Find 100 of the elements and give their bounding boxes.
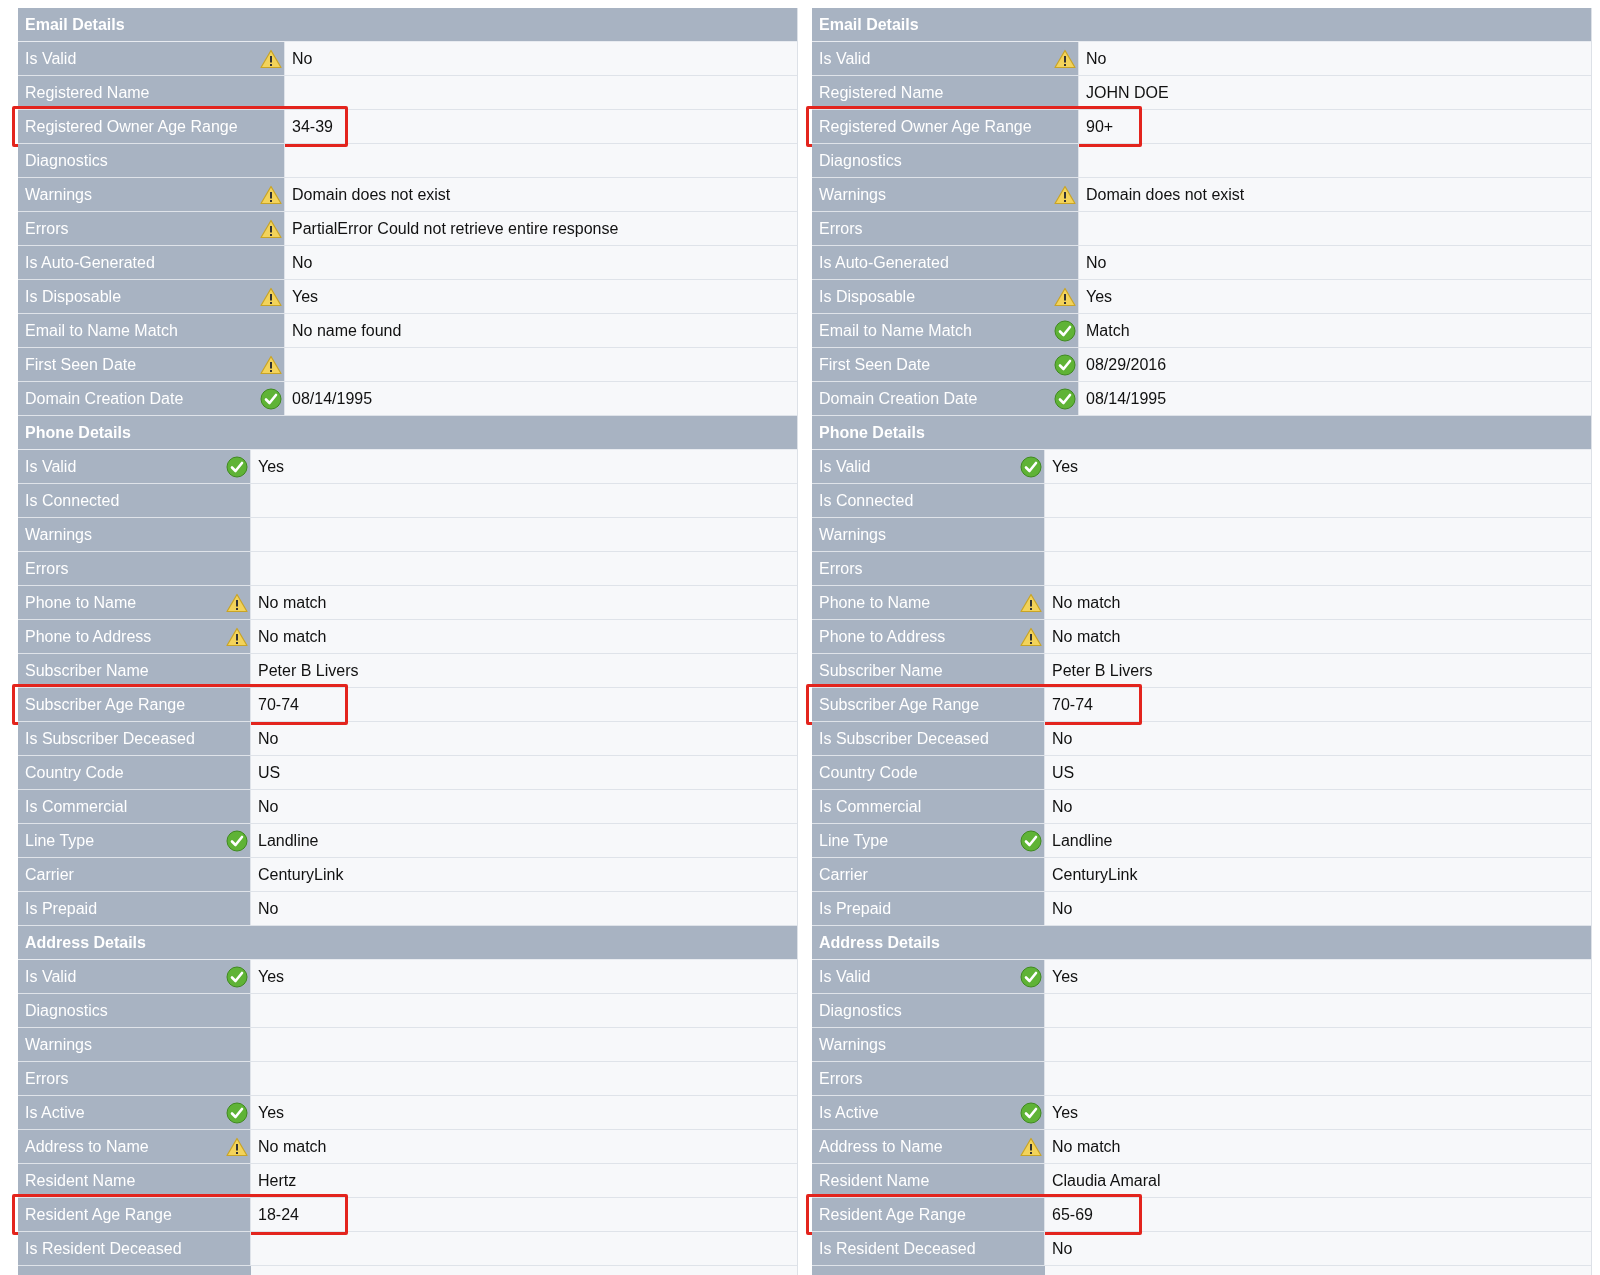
value-cell-text: JOHN DOE [1085, 82, 1169, 103]
section-title: Address Details [818, 933, 940, 952]
field-label: Is Disposable [819, 287, 916, 306]
field-label: First Seen Date [819, 355, 931, 374]
checkmark-icon [226, 1101, 248, 1124]
field-label: Warnings [819, 525, 886, 544]
field-label: Domain Creation Date [819, 389, 978, 408]
value-cell-text: 34-39 [291, 116, 333, 137]
field-label: Line Type [819, 831, 889, 850]
warning-icon [260, 218, 282, 239]
checkmark-icon [1054, 353, 1076, 376]
warning-icon [1020, 1136, 1042, 1157]
checkmark-icon [226, 829, 248, 852]
field-label: Is Commercial [819, 797, 922, 816]
value-cell-text: PartialError Could not retrieve entire response [291, 218, 619, 239]
value-cell-text: Yes [291, 286, 319, 307]
field-label: Warnings [25, 525, 92, 544]
field-label: Resident Name [819, 1171, 930, 1190]
field-label: Errors [25, 559, 69, 578]
value-cell-text: US [1051, 762, 1075, 783]
field-label: Is Active [819, 1103, 879, 1122]
field-label: Is Subscriber Deceased [819, 729, 989, 748]
warning-icon [1054, 48, 1076, 69]
field-label: Is Connected [25, 491, 120, 510]
field-label: Resident Name [25, 1171, 136, 1190]
field-label: Errors [819, 559, 863, 578]
value-cell-text: No [1085, 252, 1107, 273]
checkmark-icon [1020, 1101, 1042, 1124]
value-cell-text: Hertz [257, 1170, 297, 1191]
field-label: Line Type [25, 831, 95, 850]
warning-icon [1020, 592, 1042, 613]
field-label: Registered Name [25, 83, 150, 102]
warning-icon [226, 626, 248, 647]
checkmark-icon [1054, 319, 1076, 342]
value-cell-text: 70-74 [257, 694, 299, 715]
warning-icon [1020, 626, 1042, 647]
value-cell-text: No [1051, 728, 1073, 749]
field-label: Is Commercial [25, 797, 128, 816]
value-cell-text: No match [1051, 626, 1121, 647]
field-label: Diagnostics [25, 151, 108, 170]
field-label: Is Valid [25, 49, 77, 68]
value-cell-text: No match [1051, 1136, 1121, 1157]
section-title: Phone Details [818, 423, 925, 442]
field-label: Registered Owner Age Range [819, 117, 1032, 136]
field-label: Carrier [819, 865, 868, 884]
value-cell-text: No [257, 728, 279, 749]
field-label: Subscriber Name [25, 661, 149, 680]
field-label: Is Prepaid [819, 899, 892, 918]
value-cell-text: No match [257, 626, 327, 647]
field-label: Is Valid [819, 457, 871, 476]
value-cell-text: Domain does not exist [291, 184, 451, 205]
field-label: Is Valid [25, 457, 77, 476]
field-label: Is Connected [819, 491, 914, 510]
value-cell-text: CenturyLink [257, 864, 344, 885]
value-cell-text: Yes [257, 966, 285, 987]
warning-icon [260, 354, 282, 375]
field-label: Is Subscriber Deceased [25, 729, 195, 748]
warning-icon [226, 592, 248, 613]
field-label: Is Auto-Generated [819, 253, 949, 272]
value-cell-text: US [257, 762, 281, 783]
field-label: Phone to Name [25, 593, 137, 612]
section-title: Phone Details [24, 423, 131, 442]
value-cell-text: 90+ [1085, 116, 1114, 137]
checkmark-icon [1020, 965, 1042, 988]
value-cell-text: Landline [257, 830, 319, 851]
field-label: Errors [25, 219, 69, 238]
field-label: Address to Name [819, 1137, 943, 1156]
value-cell-text: Domain does not exist [1085, 184, 1245, 205]
value-cell-text: No name found [291, 320, 402, 341]
field-label: Subscriber Age Range [819, 695, 980, 714]
value-cell-text: No match [1051, 592, 1121, 613]
field-label: Diagnostics [25, 1001, 108, 1020]
field-label: Email to Name Match [25, 321, 178, 340]
value-cell-text: 70-74 [1051, 694, 1093, 715]
section-title: Address Details [24, 933, 146, 952]
value-cell-text: No [291, 252, 313, 273]
field-label: Errors [25, 1069, 69, 1088]
checkmark-icon [1020, 829, 1042, 852]
field-label: Is Valid [819, 967, 871, 986]
value-cell-text: CenturyLink [1051, 864, 1138, 885]
value-cell-text: Yes [257, 1102, 285, 1123]
warning-icon [260, 286, 282, 307]
field-label: Warnings [25, 185, 92, 204]
value-cell-text: No [291, 48, 313, 69]
value-cell-text: No match [257, 592, 327, 613]
field-label: Errors [819, 1069, 863, 1088]
field-label: Address to Name [25, 1137, 149, 1156]
value-cell-text: Match [1085, 320, 1130, 341]
field-label: Warnings [25, 1035, 92, 1054]
warning-icon [1054, 286, 1076, 307]
field-label: Phone to Address [819, 627, 946, 646]
field-label: Country Code [25, 763, 124, 782]
value-cell-text: 08/29/2016 [1085, 354, 1167, 375]
field-label: Diagnostics [819, 151, 902, 170]
value-cell-text: No [1051, 898, 1073, 919]
warning-icon [260, 48, 282, 69]
warning-icon [260, 184, 282, 205]
value-cell-text: 08/14/1995 [291, 388, 373, 409]
field-label: Phone to Address [25, 627, 152, 646]
field-label: Errors [819, 219, 863, 238]
